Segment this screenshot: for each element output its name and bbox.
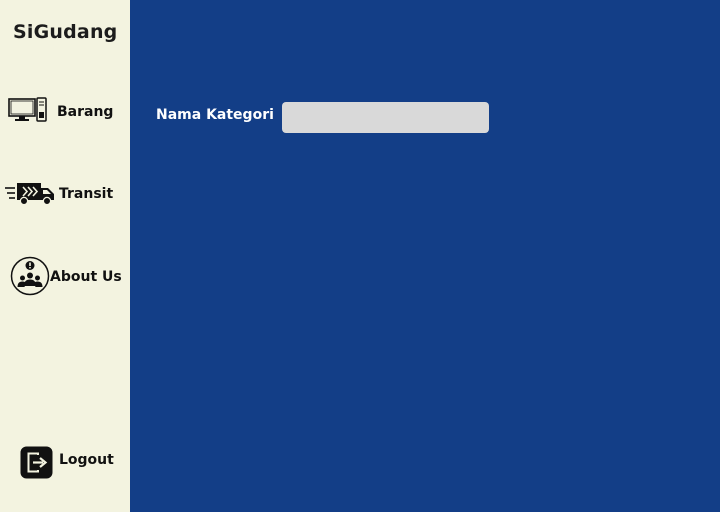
logout-icon: [20, 446, 53, 479]
about-us-icon: [10, 256, 50, 296]
sidebar-item-barang[interactable]: Barang: [8, 97, 120, 127]
app-brand: SiGudang: [13, 21, 118, 43]
main-content: Nama Kategori: [130, 0, 720, 512]
app-window: SiGudang Barang Transit About Us Logout …: [0, 0, 720, 512]
sidebar-item-label: Barang: [57, 104, 114, 120]
sidebar-item-label: About Us: [50, 269, 122, 285]
delivery-truck-icon: [5, 180, 57, 206]
sidebar: SiGudang Barang Transit About Us Logout: [0, 0, 130, 512]
computer-icon: [8, 97, 48, 125]
sidebar-item-label: Transit: [59, 186, 114, 202]
sidebar-item-logout[interactable]: Logout: [20, 446, 124, 480]
sidebar-item-label: Logout: [59, 452, 114, 468]
nama-kategori-input[interactable]: [282, 102, 489, 133]
nama-kategori-label: Nama Kategori: [156, 107, 274, 123]
sidebar-item-about-us[interactable]: About Us: [10, 256, 126, 296]
sidebar-item-transit[interactable]: Transit: [5, 179, 120, 209]
